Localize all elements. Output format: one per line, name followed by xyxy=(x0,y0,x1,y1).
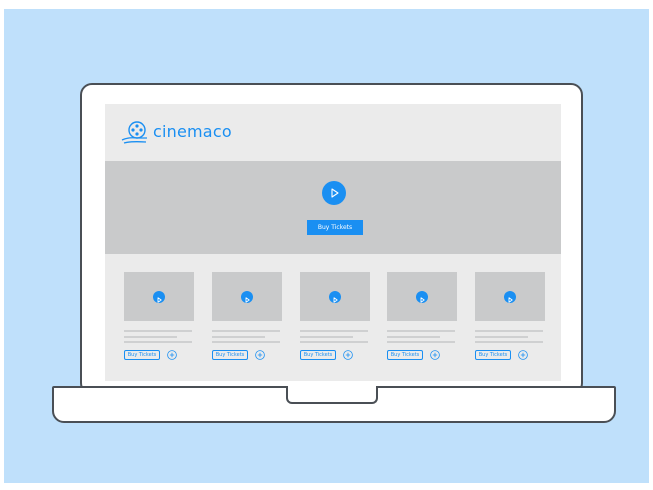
play-icon xyxy=(420,297,425,303)
movie-thumbnail[interactable] xyxy=(475,272,545,321)
card-buy-tickets-button[interactable]: Buy Tickets xyxy=(124,350,160,360)
text-placeholder-line xyxy=(124,330,192,332)
card-play-button[interactable] xyxy=(241,291,253,303)
movie-card: Buy Tickets xyxy=(387,272,457,364)
play-icon xyxy=(508,297,513,303)
text-placeholder-line xyxy=(475,341,543,343)
text-placeholder-line xyxy=(124,341,192,343)
film-reel-icon[interactable] xyxy=(120,120,150,146)
text-placeholder-line xyxy=(387,336,440,338)
plus-circle-icon[interactable] xyxy=(518,350,528,360)
card-play-button[interactable] xyxy=(329,291,341,303)
movie-card: Buy Tickets xyxy=(212,272,282,364)
card-play-button[interactable] xyxy=(504,291,516,303)
movie-card: Buy Tickets xyxy=(300,272,370,364)
text-placeholder-line xyxy=(300,341,368,343)
text-placeholder-line xyxy=(475,330,543,332)
movie-thumbnail[interactable] xyxy=(387,272,457,321)
play-icon xyxy=(333,297,338,303)
movie-card: Buy Tickets xyxy=(124,272,194,364)
card-buy-tickets-button[interactable]: Buy Tickets xyxy=(475,350,511,360)
hero-buy-tickets-button[interactable]: Buy Tickets xyxy=(307,220,363,235)
play-icon xyxy=(331,188,339,198)
text-placeholder-line xyxy=(212,330,280,332)
plus-circle-icon[interactable] xyxy=(167,350,177,360)
play-icon xyxy=(157,297,162,303)
movie-thumbnail[interactable] xyxy=(212,272,282,321)
movie-thumbnail[interactable] xyxy=(124,272,194,321)
text-placeholder-line xyxy=(387,330,455,332)
plus-circle-icon[interactable] xyxy=(430,350,440,360)
plus-circle-icon[interactable] xyxy=(343,350,353,360)
card-play-button[interactable] xyxy=(153,291,165,303)
text-placeholder-line xyxy=(475,336,528,338)
text-placeholder-line xyxy=(300,330,368,332)
plus-circle-icon[interactable] xyxy=(255,350,265,360)
play-icon xyxy=(245,297,250,303)
laptop-notch xyxy=(286,386,378,404)
movie-card: Buy Tickets xyxy=(475,272,545,364)
card-play-button[interactable] xyxy=(416,291,428,303)
hero-banner xyxy=(105,161,561,254)
text-placeholder-line xyxy=(124,336,177,338)
hero-play-button[interactable] xyxy=(322,181,346,205)
card-buy-tickets-button[interactable]: Buy Tickets xyxy=(300,350,336,360)
movie-thumbnail[interactable] xyxy=(300,272,370,321)
card-buy-tickets-button[interactable]: Buy Tickets xyxy=(387,350,423,360)
laptop-screen: cinemaco Buy Tickets Buy Tickets Buy Tic… xyxy=(105,104,561,381)
text-placeholder-line xyxy=(212,336,265,338)
text-placeholder-line xyxy=(212,341,280,343)
brand-name[interactable]: cinemaco xyxy=(153,122,232,141)
card-buy-tickets-button[interactable]: Buy Tickets xyxy=(212,350,248,360)
text-placeholder-line xyxy=(387,341,455,343)
text-placeholder-line xyxy=(300,336,353,338)
